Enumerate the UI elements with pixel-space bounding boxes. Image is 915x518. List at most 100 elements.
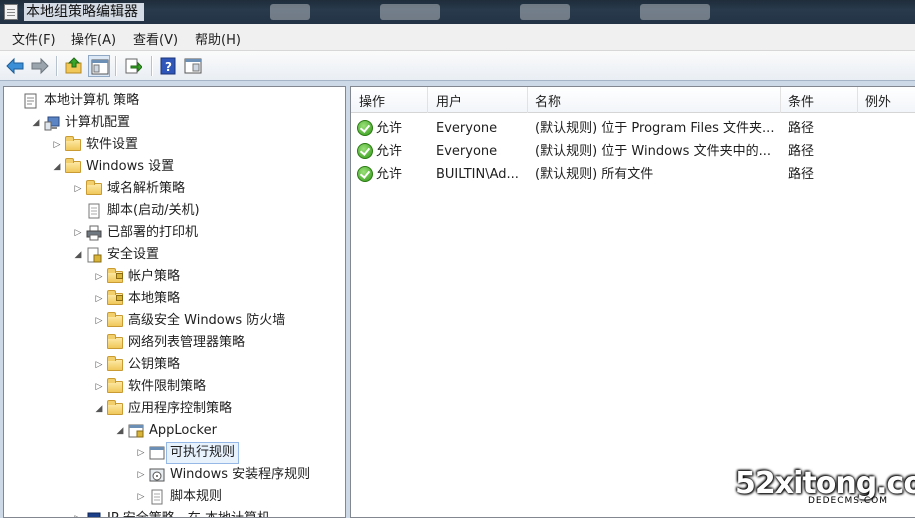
tree-item-label: 安全设置	[107, 247, 160, 262]
column-name[interactable]: 名称	[535, 91, 561, 110]
rules-list[interactable]: 操作 用户 名称 条件 例外 允许 Everyone (默认规则) 位于 Pro…	[350, 86, 915, 518]
help-button[interactable]: ?	[157, 55, 179, 77]
collapse-arrow-icon[interactable]: ◢	[52, 156, 62, 178]
menu-file[interactable]: 文件(F)	[12, 29, 56, 48]
column-divider[interactable]	[527, 87, 528, 113]
cell-action: 允许	[376, 121, 403, 136]
tree-item[interactable]: ▷ 软件限制策略	[4, 376, 344, 398]
menu-action[interactable]: 操作(A)	[71, 29, 116, 48]
show-hide-tree-button[interactable]	[88, 55, 110, 77]
expand-arrow-icon[interactable]: ▷	[94, 310, 104, 332]
tree-item[interactable]: ▷ IP 安全策略，在 本地计算机	[4, 508, 344, 517]
tree-item-label: 高级安全 Windows 防火墙	[128, 313, 286, 328]
tree-item[interactable]: ▷ 软件设置	[4, 134, 344, 156]
expand-arrow-icon[interactable]: ▷	[136, 486, 146, 508]
toolbar: ?	[0, 51, 915, 81]
properties-button[interactable]	[182, 55, 204, 77]
expand-arrow-icon[interactable]: ▷	[94, 266, 104, 288]
menu-view[interactable]: 查看(V)	[133, 29, 178, 48]
tree-item-label: 本地计算机 策略	[44, 93, 140, 108]
menu-help[interactable]: 帮助(H)	[195, 29, 241, 48]
menu-bar: 文件(F) 操作(A) 查看(V) 帮助(H)	[0, 24, 915, 51]
tree-item[interactable]: ◢ 安全设置	[4, 244, 344, 266]
tree-item[interactable]: ◢ 计算机配置	[4, 112, 344, 134]
forward-button[interactable]	[29, 55, 51, 77]
expand-arrow-icon[interactable]: ▷	[94, 376, 104, 398]
folder-icon	[107, 378, 123, 393]
expand-arrow-icon[interactable]: ▷	[136, 442, 146, 464]
executable-rule-icon	[149, 446, 165, 460]
tree-item[interactable]: ▷ 帐户策略	[4, 266, 344, 288]
tree-item[interactable]: ▷ 公钥策略	[4, 354, 344, 376]
tree-item[interactable]: ◢ 应用程序控制策略	[4, 398, 344, 420]
toolbar-separator	[115, 56, 116, 76]
column-action[interactable]: 操作	[359, 91, 385, 110]
tree-item-label: Windows 设置	[86, 159, 175, 174]
policy-document-icon	[24, 93, 37, 109]
back-arrow-icon	[6, 57, 24, 75]
column-divider[interactable]	[780, 87, 781, 113]
tree-item[interactable]: ▷ Windows 安装程序规则	[4, 464, 344, 486]
show-hide-tree-icon	[91, 59, 109, 75]
collapse-arrow-icon[interactable]: ◢	[115, 420, 125, 442]
forward-arrow-icon	[31, 57, 49, 75]
ip-security-icon	[87, 512, 101, 517]
tree-item-label: 脚本规则	[170, 489, 223, 504]
cell-name: (默认规则) 位于 Windows 文件夹中的...	[535, 144, 771, 159]
tree-item[interactable]: ▷ 已部署的打印机	[4, 222, 344, 244]
column-user[interactable]: 用户	[436, 91, 462, 110]
table-row[interactable]: 允许 Everyone (默认规则) 位于 Program Files 文件夹.…	[351, 117, 915, 140]
cell-action: 允许	[376, 167, 403, 182]
title-bar[interactable]: 本地组策略编辑器	[0, 0, 915, 24]
column-divider[interactable]	[427, 87, 428, 113]
console-tree[interactable]: 本地计算机 策略 ◢ 计算机配置 ▷ 软件设置 ◢ Windows 设置 ▷ 域名解析策略 脚本(…	[3, 86, 346, 518]
watermark-sub: DEDECMS.COM	[808, 496, 888, 506]
tree-item[interactable]: ▷ 脚本规则	[4, 486, 344, 508]
tree-item-label: 软件限制策略	[128, 379, 207, 394]
expand-arrow-icon[interactable]: ▷	[73, 508, 83, 517]
expand-arrow-icon[interactable]: ▷	[73, 178, 83, 200]
folder-icon	[107, 356, 123, 371]
tree-item[interactable]: 本地计算机 策略	[4, 90, 344, 112]
lock-icon	[116, 295, 123, 301]
cell-condition: 路径	[788, 121, 815, 136]
column-divider[interactable]	[857, 87, 858, 113]
expand-arrow-icon[interactable]: ▷	[94, 288, 104, 310]
toolbar-separator	[56, 56, 57, 76]
tree-item[interactable]: ▷ 高级安全 Windows 防火墙	[4, 310, 344, 332]
tree-item[interactable]: ◢ Windows 设置	[4, 156, 344, 178]
back-button[interactable]	[4, 55, 26, 77]
cell-name: (默认规则) 位于 Program Files 文件夹...	[535, 121, 775, 136]
folder-icon	[86, 180, 102, 195]
collapse-arrow-icon[interactable]: ◢	[94, 398, 104, 420]
allow-check-icon	[357, 143, 373, 159]
tree-item[interactable]: ▷ 可执行规则	[4, 442, 344, 464]
tree-item-label: 软件设置	[86, 137, 139, 152]
expand-arrow-icon[interactable]: ▷	[73, 222, 83, 244]
table-row[interactable]: 允许 Everyone (默认规则) 位于 Windows 文件夹中的... 路…	[351, 140, 915, 163]
properties-icon	[184, 58, 202, 74]
column-condition[interactable]: 条件	[788, 91, 814, 110]
collapse-arrow-icon[interactable]: ◢	[31, 112, 41, 134]
tree-item[interactable]: 网络列表管理器策略	[4, 332, 344, 354]
up-level-button[interactable]	[63, 55, 85, 77]
folder-icon	[107, 334, 123, 349]
tree-item-label: 可执行规则	[166, 442, 240, 464]
tree-item[interactable]: ▷ 域名解析策略	[4, 178, 344, 200]
column-exception[interactable]: 例外	[865, 91, 891, 110]
tree-item-icon	[107, 266, 125, 288]
table-row[interactable]: 允许 BUILTIN\Ad... (默认规则) 所有文件 路径	[351, 163, 915, 186]
export-list-button[interactable]	[122, 55, 144, 77]
cell-condition: 路径	[788, 144, 815, 159]
expand-arrow-icon[interactable]: ▷	[52, 134, 62, 156]
tree-item-icon	[107, 376, 125, 398]
collapse-arrow-icon[interactable]: ◢	[73, 244, 83, 266]
expand-arrow-icon[interactable]: ▷	[136, 464, 146, 486]
tree-item[interactable]: ◢ AppLocker	[4, 420, 344, 442]
tree-item[interactable]: ▷ 本地策略	[4, 288, 344, 310]
tree-item-icon	[149, 486, 167, 508]
tree-item[interactable]: 脚本(启动/关机)	[4, 200, 344, 222]
tree-item-icon	[107, 310, 125, 332]
expand-arrow-icon[interactable]: ▷	[94, 354, 104, 376]
tree-item-icon	[107, 398, 125, 420]
